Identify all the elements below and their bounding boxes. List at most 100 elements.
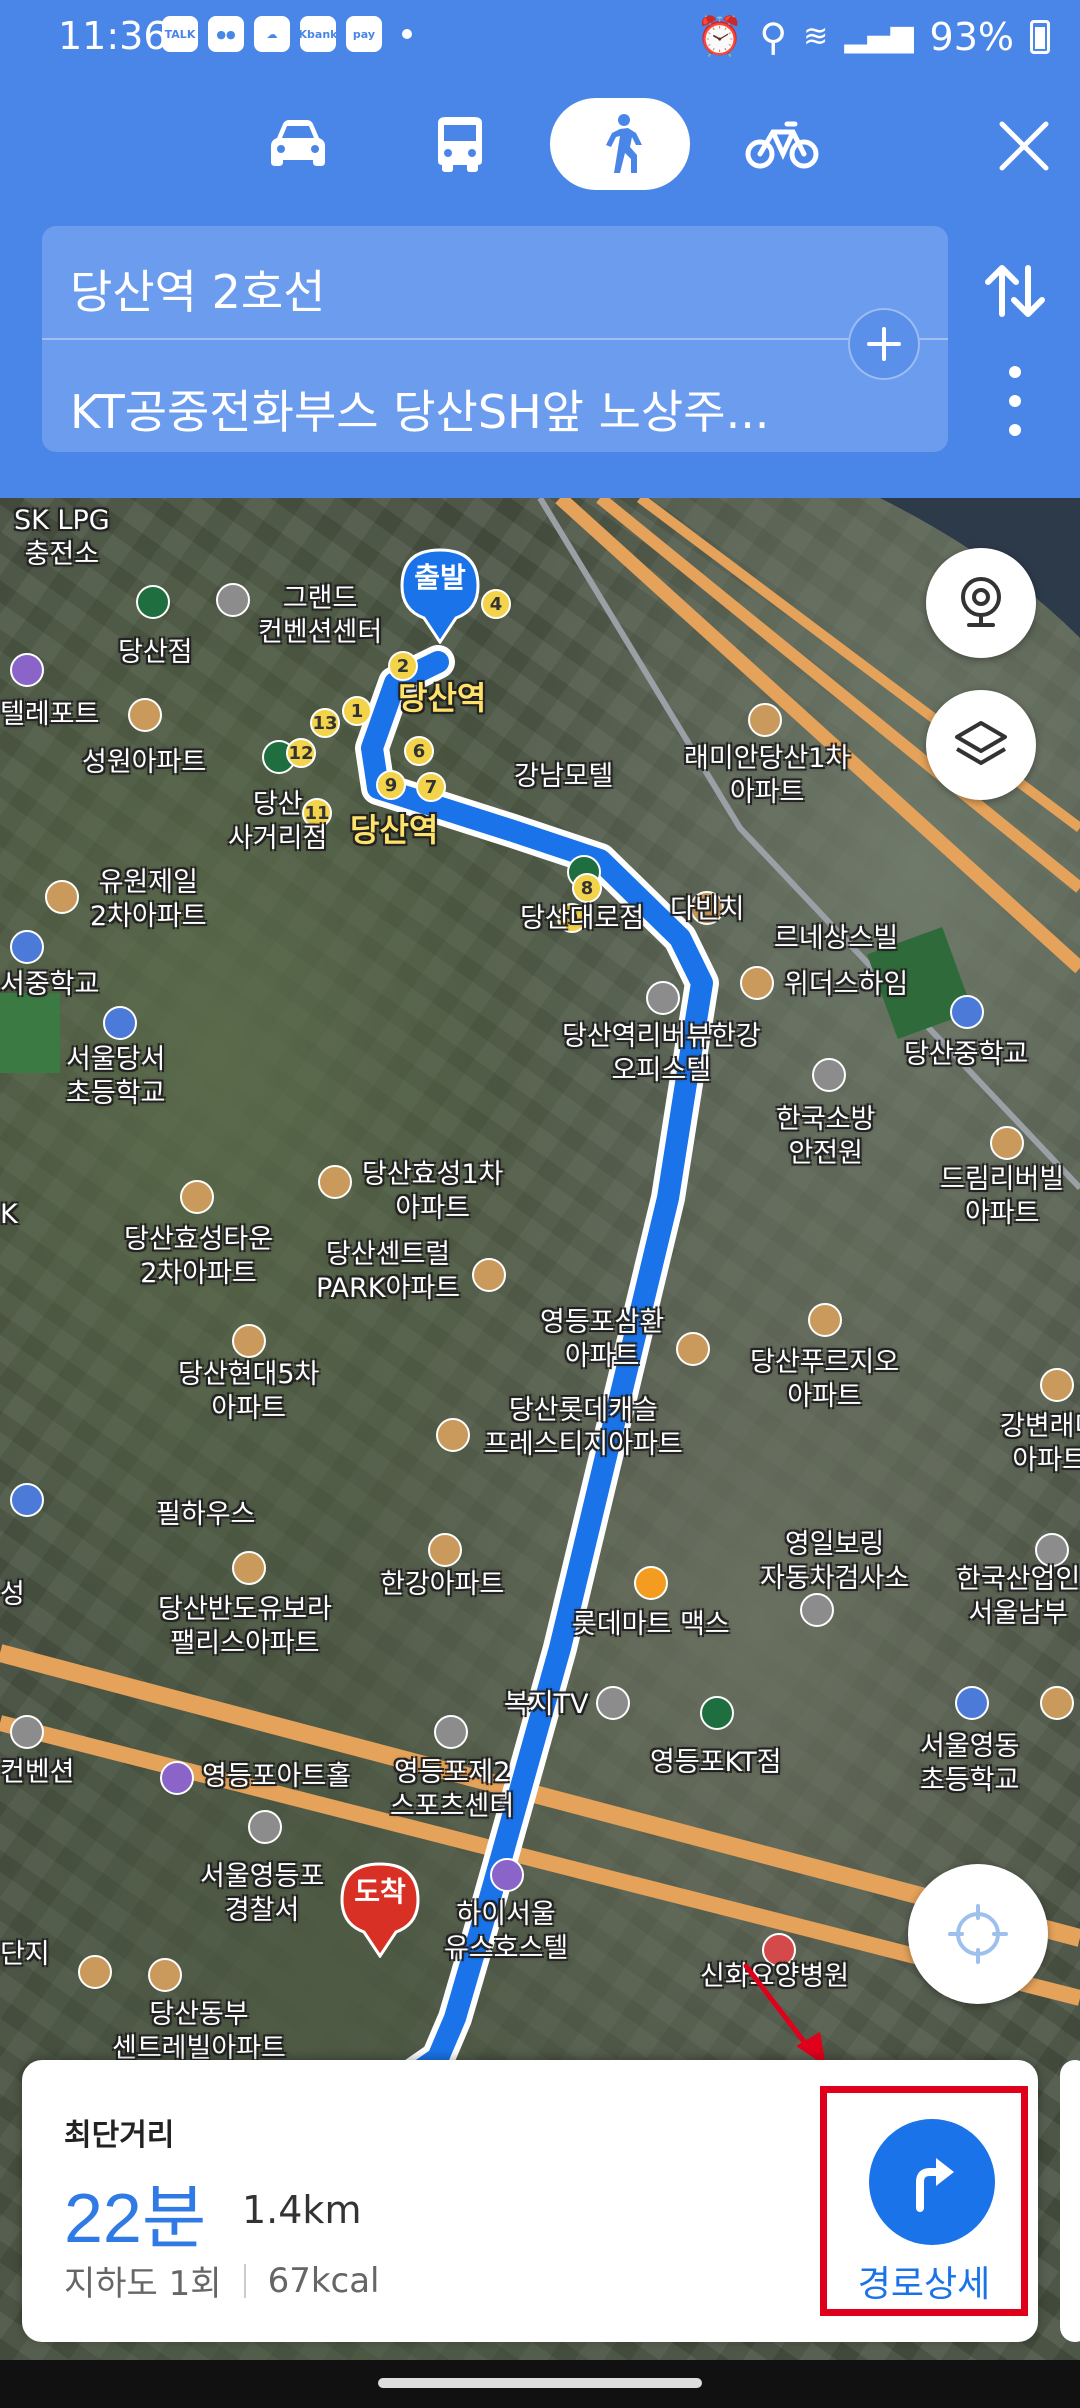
- apartment-pin[interactable]: [232, 1551, 266, 1585]
- school-pin[interactable]: [10, 930, 44, 964]
- more-notifications-dot: [402, 29, 412, 39]
- route-summary-card[interactable]: 최단거리 22분 1.4km 지하도 1회 67kcal 경로상세: [22, 2060, 1038, 2342]
- mart-pin[interactable]: [634, 1566, 668, 1600]
- poi-pin[interactable]: [216, 583, 250, 617]
- swap-locations-button[interactable]: [980, 256, 1050, 326]
- kbank-icon: Kbank: [299, 16, 337, 52]
- apartment-pin[interactable]: [990, 1126, 1024, 1160]
- crosshair-icon: [948, 1904, 1008, 1964]
- tab-bus[interactable]: [390, 98, 530, 190]
- hotel-pin[interactable]: [10, 653, 44, 687]
- exit-number-12: 12: [286, 738, 316, 768]
- underpass-count: 지하도 1회: [64, 2264, 222, 2304]
- apartment-pin[interactable]: [428, 1533, 462, 1567]
- map-label: 당산점: [118, 637, 193, 668]
- car-service-pin[interactable]: [800, 1593, 834, 1627]
- map-label: 롯데마트 맥스: [572, 1609, 730, 1640]
- apartment-pin[interactable]: [748, 703, 782, 737]
- apartment-pin[interactable]: [1040, 1368, 1074, 1402]
- bus-icon: [438, 117, 482, 172]
- exit-number-6: 6: [404, 736, 434, 766]
- apartment-pin[interactable]: [676, 1332, 710, 1366]
- street-view-button[interactable]: [926, 548, 1036, 658]
- route-distance: 1.4km: [242, 2188, 362, 2232]
- status-time: 11:36: [58, 14, 168, 58]
- map-label: 성원아파트: [82, 747, 207, 778]
- start-location-field[interactable]: 당산역 2호선: [70, 256, 890, 322]
- school-pin[interactable]: [950, 995, 984, 1029]
- apartment-pin[interactable]: [148, 1958, 182, 1992]
- sports-center-pin[interactable]: [434, 1715, 468, 1749]
- close-button[interactable]: [992, 114, 1056, 178]
- hotel-pin[interactable]: [490, 1858, 524, 1892]
- map-label: 유원제일 2차아파트: [90, 867, 207, 932]
- destination-pin[interactable]: 도착: [338, 1858, 422, 1959]
- office-pin[interactable]: [812, 1058, 846, 1092]
- art-hall-pin[interactable]: [160, 1761, 194, 1795]
- map-label: 당산반도유보라 팰리스아파트: [158, 1594, 332, 1659]
- more-dot-icon: [1009, 424, 1021, 436]
- next-route-card-peek[interactable]: [1060, 2060, 1080, 2342]
- signal-icon: ▂▄▆: [844, 19, 914, 54]
- map-label: 성: [0, 1579, 25, 1610]
- map-label: 영일보링 자동차검사소: [760, 1529, 910, 1594]
- map-label: SK LPG 충전소: [14, 505, 110, 570]
- map-label: 당산 사거리점: [228, 789, 328, 854]
- map-label: 당산푸르지오 아파트: [750, 1347, 900, 1412]
- bike-icon: [745, 121, 819, 169]
- map-label: 한국산업인 서울남부: [956, 1564, 1080, 1629]
- location-icon: ⚲: [759, 14, 788, 59]
- apartment-pin[interactable]: [472, 1258, 506, 1292]
- layers-button[interactable]: [926, 690, 1036, 800]
- more-options-button[interactable]: [1000, 366, 1030, 436]
- office-pin[interactable]: [1035, 1533, 1069, 1567]
- office-pin[interactable]: [646, 981, 680, 1015]
- tab-walk[interactable]: [550, 98, 690, 190]
- route-detail-label[interactable]: 경로상세: [827, 2255, 1021, 2307]
- starbucks-pin[interactable]: [700, 1696, 734, 1730]
- police-pin[interactable]: [248, 1810, 282, 1844]
- starbucks-pin[interactable]: [136, 585, 170, 619]
- route-detail-button[interactable]: [869, 2119, 995, 2245]
- tab-bike[interactable]: [712, 98, 852, 190]
- apartment-pin[interactable]: [180, 1180, 214, 1214]
- calories: 67kcal: [267, 2260, 380, 2301]
- destination-field[interactable]: KT공중전화부스 당산SH앞 노상주...: [70, 376, 870, 442]
- school-pin[interactable]: [955, 1686, 989, 1720]
- map-label: 당산효성1차 아파트: [362, 1159, 504, 1224]
- school-pin[interactable]: [103, 1006, 137, 1040]
- wifi-icon: ≋: [803, 19, 829, 54]
- school-pin[interactable]: [10, 1483, 44, 1517]
- apartment-pin[interactable]: [1040, 1686, 1074, 1720]
- map-label: 단지: [0, 1939, 50, 1970]
- poi-pin[interactable]: [128, 698, 162, 732]
- apartment-pin[interactable]: [436, 1418, 470, 1452]
- status-right: ⏰ ⚲ ≋ ▂▄▆ 93%: [696, 14, 1050, 59]
- map-label: 서울영등포 경찰서: [200, 1861, 325, 1926]
- map-label: 영등포아트홀: [202, 1761, 352, 1792]
- chat-bubble-icon: ●●: [208, 16, 244, 52]
- map-label: 서중학교: [0, 969, 100, 1000]
- turn-right-arrow-icon: [916, 2158, 954, 2212]
- route-detail-highlight: 경로상세: [820, 2086, 1028, 2316]
- tv-pin[interactable]: [596, 1686, 630, 1720]
- apartment-pin[interactable]: [232, 1324, 266, 1358]
- apartment-pin[interactable]: [78, 1955, 112, 1989]
- apartment-pin[interactable]: [45, 880, 79, 914]
- map-label: 그랜드 컨벤션센터: [258, 583, 383, 648]
- map-label: 래미안당산1차 아파트: [684, 743, 851, 808]
- apartment-pin[interactable]: [808, 1303, 842, 1337]
- exit-number-9: 9: [376, 770, 406, 800]
- station-label: 당산역: [398, 679, 487, 717]
- home-gesture-handle[interactable]: [378, 2378, 702, 2388]
- exit-number-2: 2: [388, 651, 418, 681]
- apartment-pin[interactable]: [740, 966, 774, 1000]
- my-location-button[interactable]: [908, 1864, 1048, 2004]
- alarm-icon: ⏰: [696, 14, 744, 58]
- convention-pin[interactable]: [10, 1715, 44, 1749]
- map-label: 영등포KT점: [650, 1747, 782, 1778]
- tab-car[interactable]: [228, 98, 368, 190]
- start-pin[interactable]: 출발: [398, 544, 482, 645]
- add-waypoint-button[interactable]: [848, 308, 920, 380]
- apartment-pin[interactable]: [318, 1165, 352, 1199]
